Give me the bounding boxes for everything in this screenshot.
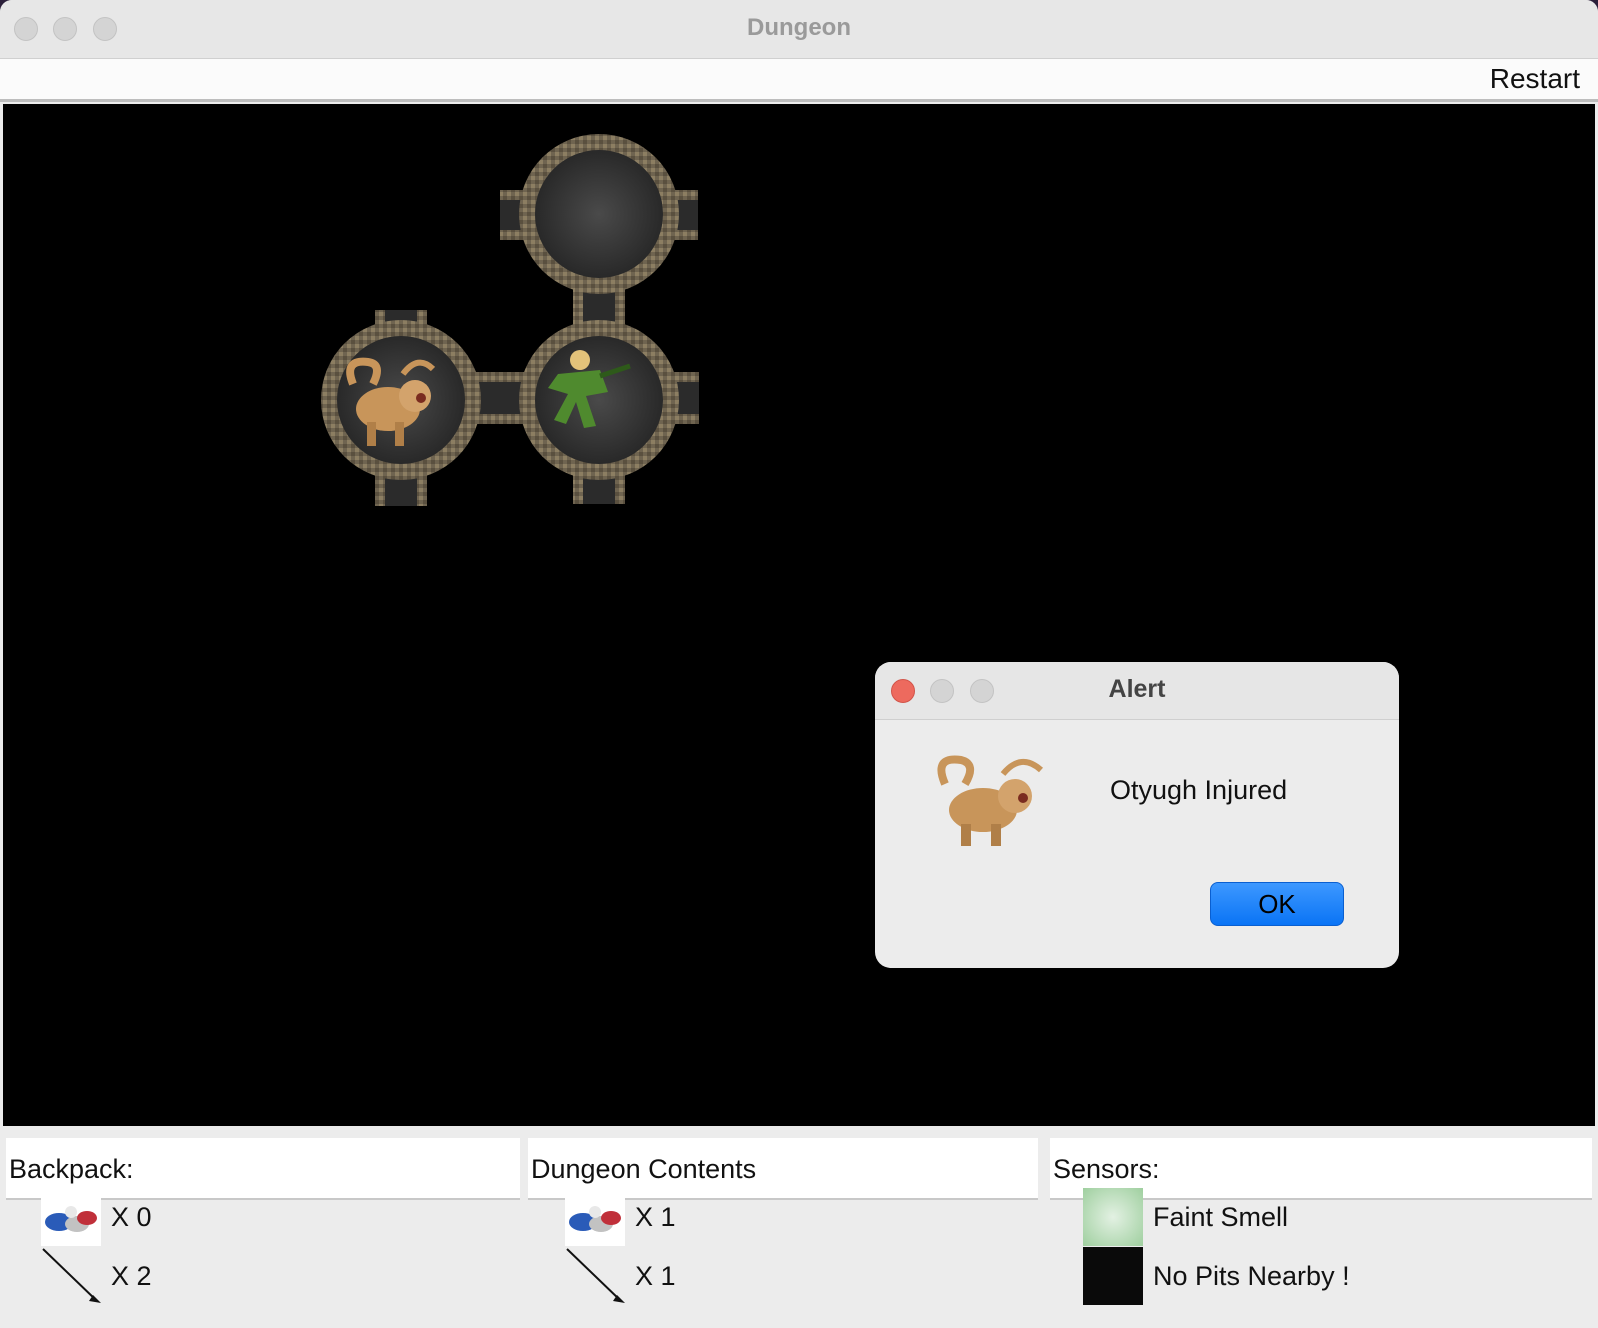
- backpack-treasure-row: X 0: [41, 1188, 152, 1246]
- sensor-pit-row: No Pits Nearby !: [1083, 1247, 1350, 1305]
- backpack-arrow-qty: X 2: [111, 1260, 152, 1291]
- dungeon-view[interactable]: [3, 104, 1595, 1126]
- treasure-icon: [565, 1188, 625, 1246]
- title-bar: Dungeon: [0, 0, 1598, 59]
- sensor-pit-text: No Pits Nearby !: [1153, 1260, 1350, 1291]
- sensor-smell-text: Faint Smell: [1153, 1201, 1289, 1232]
- dungeon-arrow-row: X 1: [565, 1247, 676, 1305]
- backpack-arrow-row: X 2: [41, 1247, 152, 1305]
- arrow-icon: [565, 1247, 625, 1305]
- app-window: Dungeon Restart Backpack: Dungeon Conten…: [0, 0, 1598, 1328]
- dungeon-map: [321, 134, 699, 506]
- status-panels: Backpack: Dungeon Contents Sensors:: [0, 1128, 1598, 1328]
- menu-bar: Restart: [0, 59, 1598, 102]
- treasure-icon: [41, 1188, 101, 1246]
- sensor-smell-row: Faint Smell: [1083, 1188, 1288, 1246]
- ok-button[interactable]: OK: [1210, 882, 1344, 926]
- otyugh-icon: [937, 755, 1044, 846]
- dungeon-treasure-row: X 1: [565, 1188, 676, 1246]
- dialog-title-bar: Alert: [875, 662, 1399, 720]
- restart-menu-item[interactable]: Restart: [1490, 63, 1580, 95]
- alert-dialog: Alert Otyugh Injured OK: [875, 662, 1399, 968]
- dungeon-arrow-qty: X 1: [635, 1260, 676, 1291]
- dialog-message: Otyugh Injured: [1110, 775, 1288, 805]
- backpack-treasure-qty: X 0: [111, 1201, 152, 1232]
- smell-icon: [1083, 1188, 1143, 1246]
- dungeon-treasure-qty: X 1: [635, 1201, 676, 1232]
- window-title: Dungeon: [747, 14, 851, 41]
- pit-icon: [1083, 1247, 1143, 1305]
- arrow-icon: [41, 1247, 101, 1305]
- dialog-title: Alert: [1108, 675, 1166, 703]
